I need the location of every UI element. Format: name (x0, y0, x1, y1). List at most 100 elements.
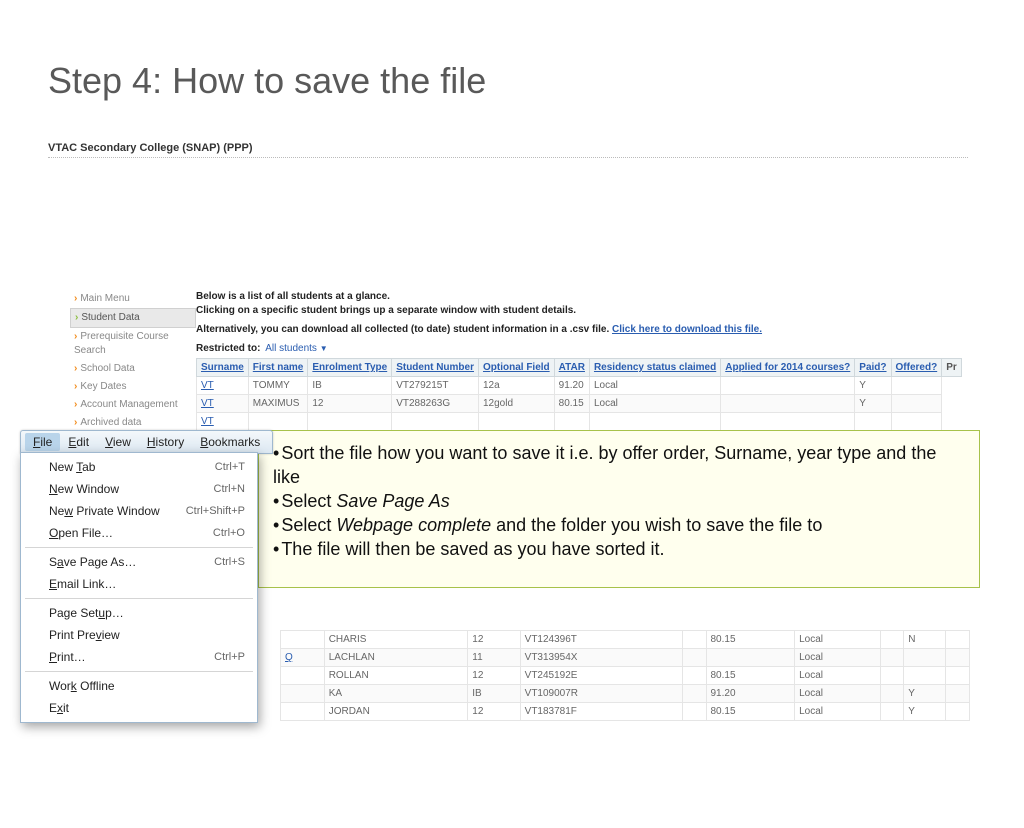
cell-num: VT245192E (520, 667, 682, 685)
table-row: CHARIS12VT124396T80.15LocalN (281, 631, 970, 649)
col-student-number[interactable]: Student Number (392, 359, 479, 377)
app-panel: ›Main Menu›Student Data›Prerequisite Cou… (70, 290, 970, 450)
menu-item-print[interactable]: Print…Ctrl+P (21, 646, 257, 668)
menu-item-email-link[interactable]: Email Link… (21, 573, 257, 595)
cell-num: VT109007R (520, 685, 682, 703)
cell-app (721, 377, 855, 395)
col-pr[interactable]: Pr (942, 359, 962, 377)
table-row: QLACHLAN11VT313954XLocal (281, 649, 970, 667)
sidebar-item-student-data[interactable]: ›Student Data (70, 308, 196, 328)
menu-item-work-offline[interactable]: Work Offline (21, 675, 257, 697)
menu-bookmarks[interactable]: Bookmarks (192, 433, 268, 451)
col-residency-status-claimed[interactable]: Residency status claimed (589, 359, 720, 377)
menu-item-exit[interactable]: Exit (21, 697, 257, 719)
chevron-right-icon: › (74, 417, 77, 428)
cell-app (721, 395, 855, 413)
sidebar-item-school-data[interactable]: ›School Data (70, 360, 196, 378)
cell-res: Local (795, 631, 881, 649)
menu-item-open-file[interactable]: Open File…Ctrl+O (21, 522, 257, 544)
table-row: KAIBVT109007R 91.20Local Y (281, 685, 970, 703)
students-table: SurnameFirst nameEnrolment TypeStudent N… (196, 358, 962, 431)
menu-item-new-tab[interactable]: New TabCtrl+T (21, 456, 257, 478)
col-surname[interactable]: Surname (197, 359, 249, 377)
cell-first: ROLLAN (324, 667, 468, 685)
file-menu-dropdown: New TabCtrl+TNew WindowCtrl+NNew Private… (20, 452, 258, 723)
cell-type: IB (468, 685, 520, 703)
cell-off (946, 703, 970, 721)
cell-type: 12 (468, 631, 520, 649)
cell-num: VT183781F (520, 703, 682, 721)
menu-file[interactable]: File (25, 433, 60, 451)
chevron-right-icon: › (74, 399, 77, 410)
col-paid-[interactable]: Paid? (855, 359, 891, 377)
col-first-name[interactable]: First name (248, 359, 308, 377)
download-link[interactable]: Click here to download this file. (612, 324, 762, 335)
cell-paid (904, 667, 946, 685)
cell-res (589, 413, 720, 431)
cell-res: Local (795, 649, 881, 667)
menu-item-page-setup[interactable]: Page Setup… (21, 602, 257, 624)
cell-type: 11 (468, 649, 520, 667)
menu-item-new-private-window[interactable]: New Private WindowCtrl+Shift+P (21, 500, 257, 522)
col-enrolment-type[interactable]: Enrolment Type (308, 359, 392, 377)
cell-atar: 91.20 (554, 377, 589, 395)
cell-paid: N (904, 631, 946, 649)
menu-item-print-preview[interactable]: Print Preview (21, 624, 257, 646)
menu-history[interactable]: History (139, 433, 192, 451)
sidebar-item-main-menu[interactable]: ›Main Menu (70, 290, 196, 308)
cell-first: JORDAN (324, 703, 468, 721)
cell-sur[interactable]: Q (281, 649, 325, 667)
cell-type: 12 (468, 703, 520, 721)
chevron-right-icon: › (75, 312, 78, 323)
org-header: VTAC Secondary College (SNAP) (PPP) (48, 142, 968, 158)
cell-off (891, 413, 942, 431)
cell-paid: Y (904, 703, 946, 721)
col-atar[interactable]: ATAR (554, 359, 589, 377)
col-optional-field[interactable]: Optional Field (478, 359, 554, 377)
cell-first: CHARIS (324, 631, 468, 649)
cell-app (721, 413, 855, 431)
cell-first: KA (324, 685, 468, 703)
cell-res: Local (589, 395, 720, 413)
menu-item-save-page-as[interactable]: Save Page As…Ctrl+S (21, 551, 257, 573)
cell-res: Local (589, 377, 720, 395)
cell-paid (855, 413, 891, 431)
cell-res: Local (795, 667, 881, 685)
cell-sur[interactable]: VT (197, 413, 249, 431)
cell-opt: 12gold (478, 395, 554, 413)
caret-down-icon: ▼ (320, 344, 328, 353)
restrict-label: Restricted to: (196, 343, 260, 354)
cell-atar (706, 649, 795, 667)
menu-edit[interactable]: Edit (60, 433, 97, 451)
cell-first (248, 413, 308, 431)
cell-first: MAXIMUS (248, 395, 308, 413)
chevron-right-icon: › (74, 381, 77, 392)
col-offered-[interactable]: Offered? (891, 359, 942, 377)
cell-app (880, 685, 903, 703)
cell-res: Local (795, 685, 881, 703)
cell-sur (281, 703, 325, 721)
chevron-right-icon: › (74, 293, 77, 304)
table-row: ROLLAN12VT245192E80.15Local (281, 667, 970, 685)
cell-paid: Y (855, 395, 891, 413)
chevron-right-icon: › (74, 363, 77, 374)
sidebar-item-key-dates[interactable]: ›Key Dates (70, 378, 196, 396)
cell-sur[interactable]: VT (197, 377, 249, 395)
col-applied-for-2014-courses-[interactable]: Applied for 2014 courses? (721, 359, 855, 377)
alt-text: Alternatively, you can download all coll… (196, 324, 612, 335)
cell-type: IB (308, 377, 392, 395)
sidebar-item-account-management[interactable]: ›Account Management (70, 396, 196, 414)
cell-app (880, 667, 903, 685)
menu-separator (25, 598, 253, 599)
menu-view[interactable]: View (97, 433, 139, 451)
restrict-dropdown[interactable]: All students ▼ (265, 343, 327, 354)
sidebar-item-prerequisite-course-search[interactable]: ›Prerequisite Course Search (70, 328, 196, 360)
cell-opt (478, 413, 554, 431)
main-content: Below is a list of all students at a gla… (196, 290, 970, 450)
cell-paid: Y (904, 685, 946, 703)
cell-off (891, 395, 942, 413)
menu-item-new-window[interactable]: New WindowCtrl+N (21, 478, 257, 500)
cell-atar: 91.20 (706, 685, 795, 703)
cell-sur[interactable]: VT (197, 395, 249, 413)
intro-text-2: Clicking on a specific student brings up… (196, 304, 970, 318)
